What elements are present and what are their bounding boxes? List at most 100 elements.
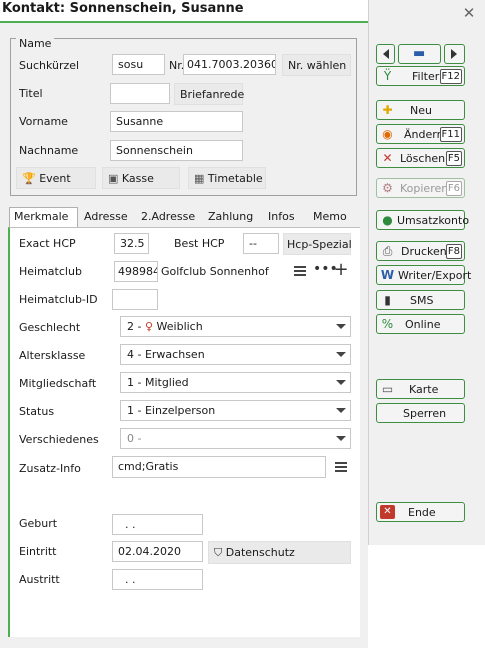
nr-waehlen-button[interactable]: Nr. wählen: [282, 54, 351, 76]
status-label: Status: [19, 405, 55, 418]
neu-button[interactable]: ✚ Neu: [376, 100, 465, 120]
verschiedenes-label: Verschiedenes: [19, 433, 99, 446]
verschiedenes-value: 0 -: [127, 432, 142, 445]
event-label: Event: [39, 172, 71, 185]
best-hcp-field[interactable]: --: [243, 233, 279, 254]
mobile-phone-icon: ▮: [384, 293, 391, 307]
word-document-icon: W: [380, 268, 395, 282]
more-dots-icon[interactable]: •••: [313, 261, 338, 277]
geburt-label: Geburt: [19, 517, 58, 530]
vorname-field[interactable]: Susanne: [110, 111, 243, 132]
chevron-down-icon: [336, 324, 346, 329]
online-status-icon: %: [381, 317, 394, 331]
chevron-down-icon: [336, 352, 346, 357]
tab-2-adresse[interactable]: 2.Adresse: [137, 208, 199, 227]
aendern-shortcut: F11: [439, 127, 462, 142]
geschlecht-label: Geschlecht: [19, 321, 81, 334]
umsatzkonto-button[interactable]: ● Umsatzkonto: [376, 210, 469, 230]
next-record-button[interactable]: [444, 44, 465, 64]
heimatclub-id-input[interactable]: [112, 289, 158, 310]
name-group-legend: Name: [16, 37, 55, 50]
hcp-spezial-button[interactable]: Hcp-Spezial: [283, 233, 352, 255]
zusatz-menu-icon[interactable]: [335, 462, 347, 472]
karte-button[interactable]: ▭ Karte: [376, 379, 465, 399]
printer-icon: ⎙: [382, 244, 393, 258]
female-person-icon: ♀: [144, 320, 154, 333]
sms-label: SMS: [410, 294, 434, 307]
geschlecht-value: Weiblich: [156, 320, 203, 333]
mitgliedschaft-value: 1 - Mitglied: [127, 376, 189, 389]
loeschen-label: Löschen: [400, 152, 446, 165]
neu-label: Neu: [410, 104, 432, 117]
trophy-icon: 🏆: [22, 172, 36, 185]
print-record-button[interactable]: ▬: [398, 44, 441, 64]
status-value: 1 - Einzelperson: [127, 404, 216, 417]
tab-infos[interactable]: Infos: [264, 208, 299, 227]
status-select[interactable]: 1 - Einzelperson: [120, 400, 351, 421]
heimatclub-id-field[interactable]: 498984: [114, 261, 158, 282]
austritt-field[interactable]: . .: [112, 569, 203, 590]
kopieren-label: Kopieren: [400, 182, 449, 195]
best-hcp-label: Best HCP: [174, 237, 225, 250]
kopieren-shortcut: F6: [445, 181, 462, 196]
eintritt-field[interactable]: 02.04.2020: [112, 541, 203, 562]
aendern-label: Ändern: [404, 128, 444, 141]
list-menu-icon[interactable]: [294, 266, 306, 276]
geschlecht-select[interactable]: 2 - ♀ Weiblich: [120, 316, 351, 337]
online-button[interactable]: % Online: [376, 314, 465, 334]
aendern-button[interactable]: ◉ Ändern F11: [376, 124, 465, 144]
nachname-field[interactable]: Sonnenschein: [110, 140, 243, 161]
titel-label: Titel: [19, 87, 43, 100]
loeschen-button[interactable]: ✕ Löschen F5: [376, 148, 465, 168]
ende-label: Ende: [408, 506, 436, 519]
drucken-button[interactable]: ⎙ Drucken F8: [376, 241, 465, 261]
titel-field[interactable]: [110, 83, 170, 104]
nr-field[interactable]: 041.7003.203600: [183, 54, 276, 75]
money-icon: ●: [382, 213, 393, 227]
karte-label: Karte: [409, 383, 439, 396]
geburt-field[interactable]: . .: [112, 514, 203, 535]
tab-memo[interactable]: Memo: [309, 208, 351, 227]
kasse-button[interactable]: ▣ Kasse: [102, 167, 180, 189]
datenschutz-label: Datenschutz: [225, 546, 295, 559]
sperren-button[interactable]: Sperren: [376, 403, 465, 423]
suchkuerzel-label: Suchkürzel: [19, 59, 80, 72]
exact-hcp-field[interactable]: 32.5: [114, 233, 149, 254]
zusatz-info-label: Zusatz-Info: [19, 462, 81, 475]
heimatclub-id-label: Heimatclub-ID: [19, 293, 98, 306]
add-plus-icon[interactable]: +: [333, 259, 349, 280]
event-button[interactable]: 🏆 Event: [16, 167, 96, 189]
zusatz-info-field[interactable]: cmd;Gratis: [112, 456, 326, 478]
loeschen-shortcut: F5: [445, 151, 462, 166]
arrow-left-icon: [383, 49, 389, 59]
exit-icon: ✕: [380, 505, 395, 519]
verschiedenes-select[interactable]: 0 -: [120, 428, 351, 449]
timetable-button[interactable]: ▦ Timetable: [188, 167, 266, 189]
close-icon[interactable]: ✕: [460, 4, 478, 22]
mitgliedschaft-select[interactable]: 1 - Mitglied: [120, 372, 351, 393]
heimatclub-name: Golfclub Sonnenhof: [161, 265, 269, 278]
writer-export-button[interactable]: W Writer/Export: [376, 265, 471, 285]
tab-merkmale[interactable]: Merkmale: [9, 207, 78, 228]
exact-hcp-label: Exact HCP: [19, 237, 76, 250]
heimatclub-label: Heimatclub: [19, 265, 82, 278]
tab-zahlung[interactable]: Zahlung: [204, 208, 257, 227]
geschlecht-prefix: 2 -: [127, 320, 142, 333]
cash-register-icon: ▣: [108, 172, 119, 185]
datenschutz-button[interactable]: ⛉ Datenschutz: [208, 541, 351, 564]
kopieren-button[interactable]: ⚙ Kopieren F6: [376, 178, 465, 198]
mitgliedschaft-label: Mitgliedschaft: [19, 377, 97, 390]
nachname-label: Nachname: [19, 144, 79, 157]
suchkuerzel-field[interactable]: sosu: [112, 54, 165, 75]
timetable-label: Timetable: [207, 172, 263, 185]
altersklasse-select[interactable]: 4 - Erwachsen: [120, 344, 351, 365]
austritt-label: Austritt: [19, 573, 60, 586]
briefanrede-button[interactable]: Briefanrede: [174, 83, 244, 105]
ende-button[interactable]: ✕ Ende: [376, 502, 465, 522]
chevron-down-icon: [336, 436, 346, 441]
sms-button[interactable]: ▮ SMS: [376, 290, 465, 310]
tab-adresse[interactable]: Adresse: [80, 208, 132, 227]
previous-record-button[interactable]: [376, 44, 395, 64]
filter-button[interactable]: Ÿ Filter F12: [376, 66, 465, 86]
contact-dialog: Kontakt: Sonnenschein, Susanne Name Such…: [0, 0, 368, 648]
